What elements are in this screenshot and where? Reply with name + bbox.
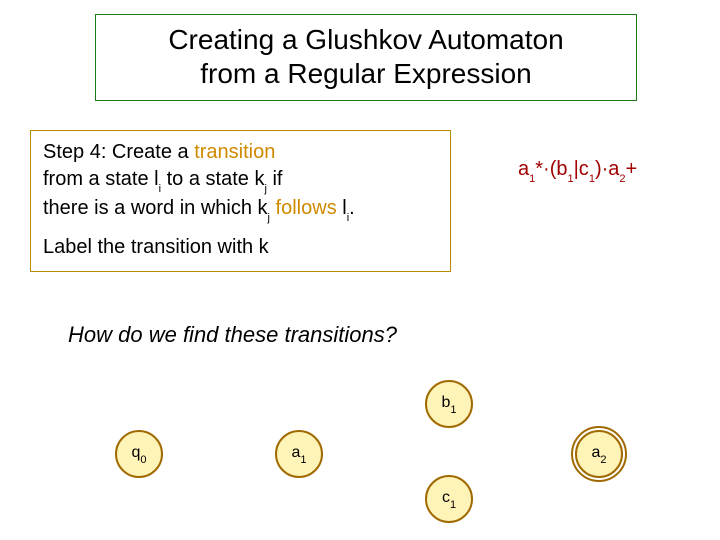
state-q0: q0 bbox=[115, 430, 163, 478]
question-text: How do we find these transitions? bbox=[68, 322, 397, 348]
regex-expression: a1*·(b1|c1)·a2+ bbox=[518, 158, 637, 183]
transition-word: transition bbox=[194, 141, 275, 163]
state-b1: b1 bbox=[425, 380, 473, 428]
state-c1: c1 bbox=[425, 475, 473, 523]
step-line-2: from a state li to a state kj if bbox=[43, 166, 438, 195]
slide-title: Creating a Glushkov Automaton from a Reg… bbox=[95, 14, 637, 101]
step-line-1: Step 4: Create a transition bbox=[43, 139, 438, 166]
follows-word: follows bbox=[270, 197, 337, 219]
title-line-2: from a Regular Expression bbox=[200, 58, 531, 89]
automaton-diagram: q0 a1 b1 c1 a2 bbox=[0, 375, 720, 535]
step-label-line: Label the transition with k bbox=[43, 234, 438, 261]
step-description-box: Step 4: Create a transition from a state… bbox=[30, 130, 451, 272]
state-a1: a1 bbox=[275, 430, 323, 478]
title-line-1: Creating a Glushkov Automaton bbox=[168, 24, 563, 55]
state-a2-accepting: a2 bbox=[575, 430, 623, 478]
step-line-3: there is a word in which kj follows li. bbox=[43, 195, 438, 224]
